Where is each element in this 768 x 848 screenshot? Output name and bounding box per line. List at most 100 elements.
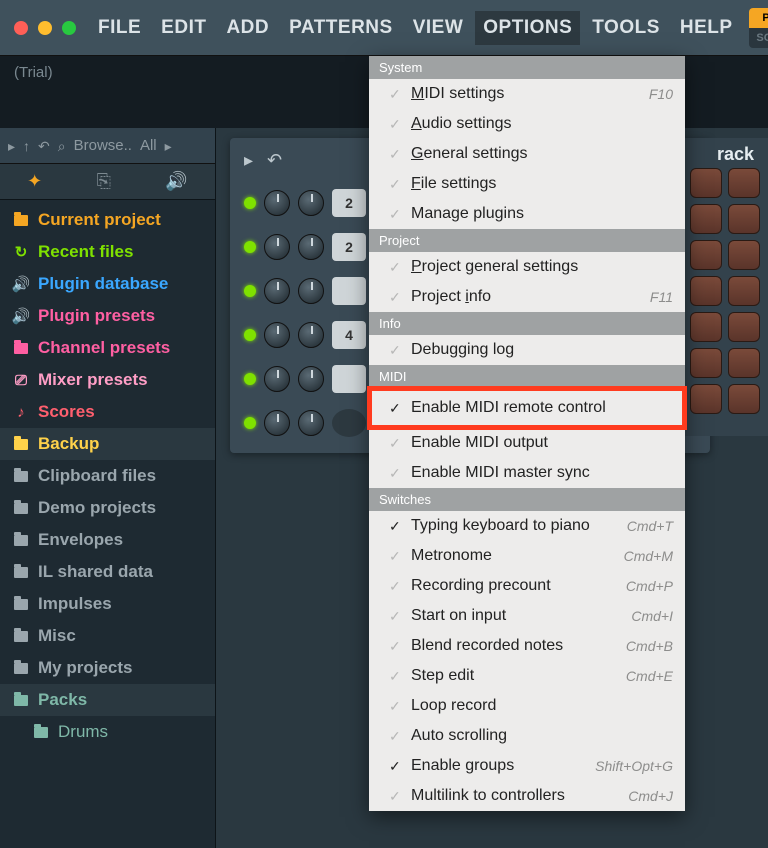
menu-item[interactable]: ✓MetronomeCmd+M — [369, 541, 685, 571]
menu-item[interactable]: ✓Multilink to controllersCmd+J — [369, 781, 685, 811]
channel-undo-icon[interactable]: ↶ — [267, 150, 282, 171]
channel-led[interactable] — [244, 241, 256, 253]
step-pad[interactable] — [728, 384, 760, 414]
vol-knob[interactable] — [298, 366, 324, 392]
menu-item[interactable]: ✓Enable MIDI output — [369, 428, 685, 458]
menu-options[interactable]: OPTIONS — [475, 11, 580, 45]
step-pad[interactable] — [690, 384, 722, 414]
window-minimize-button[interactable] — [38, 21, 52, 35]
search-icon[interactable]: ⌕ — [58, 139, 66, 153]
window-close-button[interactable] — [14, 21, 28, 35]
menu-item[interactable]: ✓Project infoF11 — [369, 282, 685, 312]
menu-item[interactable]: ✓Audio settings — [369, 109, 685, 139]
browser-item[interactable]: Misc — [0, 620, 215, 652]
channel-button[interactable]: 2 — [332, 189, 366, 217]
tab-speaker-icon[interactable]: 🔊 — [165, 171, 187, 192]
pan-knob[interactable] — [264, 190, 290, 216]
vol-knob[interactable] — [298, 322, 324, 348]
pan-knob[interactable] — [264, 410, 290, 436]
menu-item[interactable]: ✓Step editCmd+E — [369, 661, 685, 691]
menu-item[interactable]: ✓Loop record — [369, 691, 685, 721]
browser-item[interactable]: Packs — [0, 684, 215, 716]
menu-item[interactable]: ✓Project general settings — [369, 252, 685, 282]
menu-edit[interactable]: EDIT — [153, 11, 214, 45]
browser-item[interactable]: 🔊Plugin presets — [0, 300, 215, 332]
channel-led[interactable] — [244, 373, 256, 385]
menu-patterns[interactable]: PATTERNS — [281, 11, 401, 45]
step-pad[interactable] — [690, 240, 722, 270]
browser-item[interactable]: ⎚Mixer presets — [0, 364, 215, 396]
menu-item[interactable]: ✓Typing keyboard to pianoCmd+T — [369, 511, 685, 541]
vol-knob[interactable] — [298, 278, 324, 304]
menu-item[interactable]: ✓Enable MIDI master sync — [369, 458, 685, 488]
menu-add[interactable]: ADD — [218, 11, 277, 45]
window-zoom-button[interactable] — [62, 21, 76, 35]
menu-item-label: File settings — [411, 175, 673, 193]
step-pad[interactable] — [728, 348, 760, 378]
menu-help[interactable]: HELP — [672, 11, 741, 45]
step-pad[interactable] — [728, 240, 760, 270]
browser-item[interactable]: IL shared data — [0, 556, 215, 588]
vol-knob[interactable] — [298, 410, 324, 436]
step-pad[interactable] — [728, 204, 760, 234]
tab-all-icon[interactable]: ✦ — [27, 171, 42, 192]
menu-file[interactable]: FILE — [90, 11, 149, 45]
chevron-right-icon[interactable]: ▸ — [165, 139, 172, 153]
menu-item[interactable]: ✓Blend recorded notesCmd+B — [369, 631, 685, 661]
pattern-song-toggle[interactable]: PAT SONG — [749, 8, 768, 48]
pan-knob[interactable] — [264, 278, 290, 304]
browser-item[interactable]: Envelopes — [0, 524, 215, 556]
channel-button[interactable]: 2 — [332, 233, 366, 261]
menu-item[interactable]: ✓Debugging log — [369, 335, 685, 365]
menu-view[interactable]: VIEW — [405, 11, 472, 45]
menu-item[interactable]: ✓Auto scrolling — [369, 721, 685, 751]
menu-tools[interactable]: TOOLS — [584, 11, 668, 45]
pan-knob[interactable] — [264, 322, 290, 348]
channel-button[interactable] — [332, 277, 366, 305]
browser-item[interactable]: Backup — [0, 428, 215, 460]
browser-item[interactable]: ♪Scores — [0, 396, 215, 428]
pan-knob[interactable] — [264, 366, 290, 392]
step-pad[interactable] — [728, 276, 760, 306]
menu-item[interactable]: ✓Start on inputCmd+I — [369, 601, 685, 631]
vol-knob[interactable] — [298, 190, 324, 216]
vol-knob[interactable] — [298, 234, 324, 260]
channel-play-icon[interactable]: ▸ — [244, 150, 253, 171]
menu-item[interactable]: ✓File settings — [369, 169, 685, 199]
step-pad[interactable] — [690, 204, 722, 234]
menu-item[interactable]: ✓MIDI settingsF10 — [369, 79, 685, 109]
tab-files-icon[interactable]: ⎘ — [97, 171, 111, 192]
browser-item[interactable]: Clipboard files — [0, 460, 215, 492]
step-pad[interactable] — [690, 312, 722, 342]
browser-item[interactable]: Drums — [0, 716, 215, 748]
browser-item[interactable]: Channel presets — [0, 332, 215, 364]
channel-led[interactable] — [244, 197, 256, 209]
channel-led[interactable] — [244, 285, 256, 297]
browser-item[interactable]: Impulses — [0, 588, 215, 620]
browser-item[interactable]: Demo projects — [0, 492, 215, 524]
step-pad[interactable] — [690, 348, 722, 378]
browser-item[interactable]: Current project — [0, 204, 215, 236]
menu-item[interactable]: ✓General settings — [369, 139, 685, 169]
menu-item[interactable]: ✓Manage plugins — [369, 199, 685, 229]
browser-item[interactable]: ↻Recent files — [0, 236, 215, 268]
channel-button[interactable]: 4 — [332, 321, 366, 349]
menu-item[interactable]: ✓Recording precountCmd+P — [369, 571, 685, 601]
browser-filter[interactable]: All — [140, 137, 157, 154]
undo-icon[interactable]: ↶ — [38, 139, 50, 153]
up-arrow-icon[interactable]: ↑ — [23, 139, 30, 153]
channel-led[interactable] — [244, 417, 256, 429]
chevron-right-icon[interactable]: ▸ — [8, 139, 15, 153]
browser-item[interactable]: My projects — [0, 652, 215, 684]
channel-led[interactable] — [244, 329, 256, 341]
step-pad[interactable] — [690, 168, 722, 198]
channel-button[interactable] — [332, 365, 366, 393]
step-pad[interactable] — [728, 312, 760, 342]
step-pad[interactable] — [728, 168, 760, 198]
channel-button[interactable] — [332, 409, 366, 437]
pan-knob[interactable] — [264, 234, 290, 260]
step-pad[interactable] — [690, 276, 722, 306]
browser-item[interactable]: 🔊Plugin database — [0, 268, 215, 300]
menu-item[interactable]: ✓Enable groupsShift+Opt+G — [369, 751, 685, 781]
menu-item[interactable]: ✓Enable MIDI remote control — [369, 388, 685, 428]
